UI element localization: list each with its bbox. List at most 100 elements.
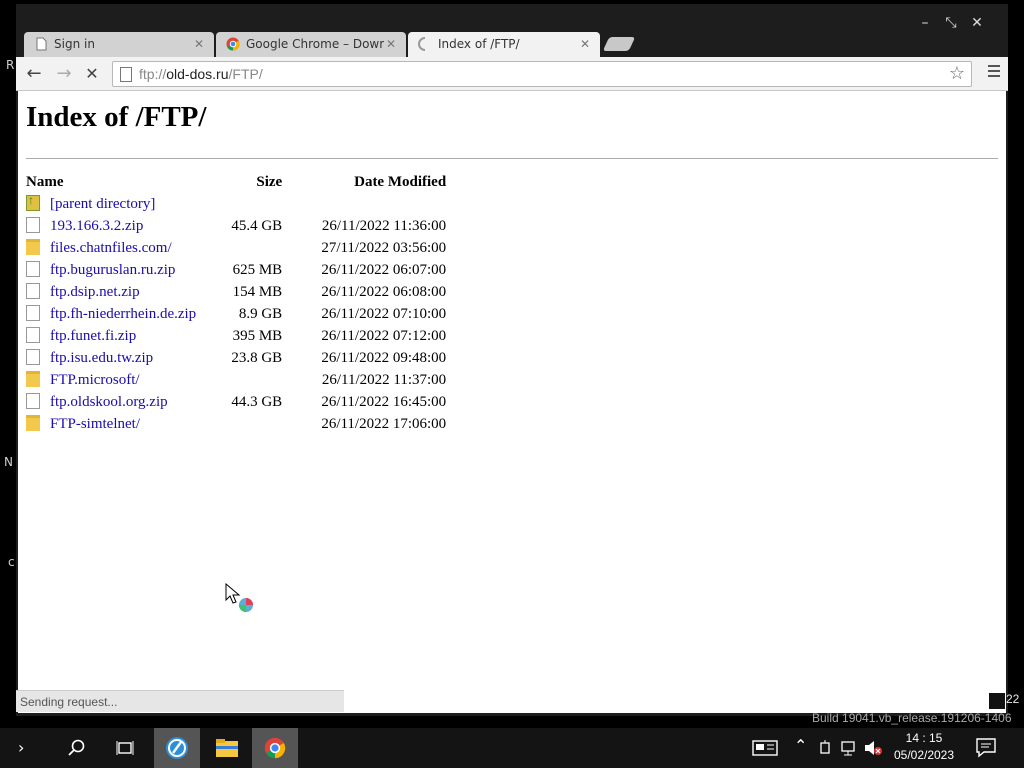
- tab-sign-in[interactable]: Sign in ✕: [24, 32, 214, 57]
- date-cell: 26/11/2022 07:12:00: [321, 327, 447, 344]
- table-row: [parent directory]: [26, 193, 446, 215]
- back-button[interactable]: ←: [22, 63, 46, 85]
- date-cell: 26/11/2022 06:08:00: [321, 283, 447, 300]
- tab-label: Index of /FTP/: [438, 37, 520, 51]
- parent-directory-icon: [26, 193, 40, 211]
- start-button[interactable]: ›: [0, 728, 46, 768]
- folder-icon: [26, 371, 40, 387]
- name-cell: [parent directory]: [26, 193, 196, 215]
- folder-icon: [26, 415, 40, 431]
- taskbar-clock[interactable]: 14 : 15 05/02/2023: [884, 730, 964, 764]
- name-cell: ftp.isu.edu.tw.zip: [26, 347, 196, 369]
- size-cell: [196, 369, 282, 391]
- chevron-up-icon[interactable]: ⌃: [794, 736, 807, 755]
- column-header-name[interactable]: Name: [26, 171, 196, 193]
- date-cell: 26/11/2022 09:48:00: [321, 349, 447, 366]
- file-icon: [26, 349, 40, 365]
- page-icon: [36, 37, 47, 51]
- tab-label: Sign in: [54, 37, 95, 51]
- name-cell: files.chatnfiles.com/: [26, 237, 196, 259]
- tab-index-of-ftp[interactable]: Index of /FTP/ ✕: [408, 32, 600, 57]
- taskbar-app-button[interactable]: [154, 728, 200, 768]
- chevron-right-icon: ›: [18, 738, 25, 757]
- desktop-icon-label: R: [6, 58, 15, 72]
- table-row: ftp.dsip.net.zip 154 MB 26/11/2022 06:08:0…: [26, 281, 446, 303]
- tab-google-chrome[interactable]: Google Chrome – Downl ✕: [216, 32, 406, 57]
- status-bubble: Sending request...: [16, 690, 344, 712]
- bookmark-star-icon[interactable]: ☆: [949, 63, 965, 84]
- entry-link[interactable]: ftp.dsip.net.zip: [50, 284, 140, 300]
- keyboard-icon[interactable]: [752, 740, 778, 756]
- tab-close-icon[interactable]: ✕: [194, 37, 204, 51]
- table-row: files.chatnfiles.com/27/11/2022 03:56:00: [26, 237, 446, 259]
- name-cell: ftp.funet.fi.zip: [26, 325, 196, 347]
- browser-toolbar: ← → ✕ ftp://old-dos.ru/FTP/ ☆: [16, 57, 1008, 91]
- windows-build-watermark: Build 19041.vb_release.191206-1406: [812, 711, 1012, 725]
- size-cell: 625 MB: [232, 261, 283, 278]
- stop-button[interactable]: ✕: [80, 63, 104, 85]
- search-button[interactable]: [54, 728, 100, 768]
- address-bar[interactable]: ftp://old-dos.ru/FTP/ ☆: [112, 61, 972, 87]
- entry-link[interactable]: ftp.oldskool.org.zip: [50, 394, 168, 410]
- task-view-icon: [116, 741, 134, 755]
- network-icon[interactable]: [840, 740, 858, 756]
- desktop-icon-label: c: [8, 555, 15, 569]
- desktop-corner-square: [989, 693, 1005, 709]
- table-row: FTP-simtelnet/26/11/2022 17:06:00: [26, 413, 446, 435]
- entry-link[interactable]: ftp.buguruslan.ru.zip: [50, 262, 175, 278]
- chrome-menu-icon[interactable]: [988, 65, 1000, 77]
- busy-cursor-icon: [225, 583, 253, 612]
- new-tab-button[interactable]: [602, 37, 636, 51]
- page-content: Index of /FTP/ Name Size Date Modified […: [18, 91, 1006, 713]
- size-cell: 44.3 GB: [231, 393, 283, 410]
- entry-link[interactable]: 193.166.3.2.zip: [50, 218, 143, 234]
- forward-button[interactable]: →: [52, 63, 76, 85]
- size-cell: 8.9 GB: [238, 305, 283, 322]
- folder-icon: [26, 239, 40, 255]
- volume-muted-icon[interactable]: [864, 740, 884, 756]
- file-icon: [26, 283, 40, 299]
- table-row: ftp.funet.fi.zip 395 MB 26/11/2022 07:12:0…: [26, 325, 446, 347]
- taskbar: › ⌃ 14 : 15 05/02/2023: [0, 728, 1024, 768]
- tab-close-icon[interactable]: ✕: [386, 37, 396, 51]
- entry-link[interactable]: ftp.funet.fi.zip: [50, 328, 136, 344]
- divider: [26, 158, 998, 159]
- table-row: FTP.microsoft/26/11/2022 11:37:00: [26, 369, 446, 391]
- page-info-icon[interactable]: [120, 67, 132, 82]
- name-cell: FTP-simtelnet/: [26, 413, 196, 435]
- close-window-button[interactable]: ✕: [964, 12, 990, 34]
- file-icon: [26, 217, 40, 233]
- entry-link[interactable]: FTP-simtelnet/: [50, 416, 140, 432]
- entry-link[interactable]: [parent directory]: [50, 196, 155, 212]
- date-cell: 26/11/2022 07:10:00: [321, 305, 447, 322]
- device-icon[interactable]: [818, 740, 832, 756]
- column-header-size[interactable]: Size: [196, 171, 282, 193]
- chrome-taskbar-button[interactable]: [252, 728, 298, 768]
- entry-link[interactable]: ftp.fh-niederrhein.de.zip: [50, 306, 196, 322]
- file-icon: [26, 393, 40, 409]
- notifications-icon[interactable]: [976, 738, 998, 758]
- entry-link[interactable]: ftp.isu.edu.tw.zip: [50, 350, 153, 366]
- size-cell: 154 MB: [232, 283, 283, 300]
- minimize-button[interactable]: –: [912, 12, 938, 34]
- table-row: ftp.oldskool.org.zip 44.3 GB 26/11/2022 16…: [26, 391, 446, 413]
- file-explorer-button[interactable]: [203, 728, 249, 768]
- tab-close-icon[interactable]: ✕: [580, 37, 590, 51]
- maximize-button[interactable]: ⤡: [938, 12, 964, 34]
- size-cell: [196, 193, 282, 215]
- date-cell: 27/11/2022 03:56:00: [321, 239, 447, 256]
- table-row: ftp.isu.edu.tw.zip 23.8 GB 26/11/2022 09:4…: [26, 347, 446, 369]
- size-cell: 23.8 GB: [231, 349, 283, 366]
- date-cell: 26/11/2022 11:36:00: [321, 217, 447, 234]
- name-cell: ftp.fh-niederrhein.de.zip: [26, 303, 196, 325]
- chrome-icon: [264, 737, 286, 759]
- size-cell: 45.4 GB: [231, 217, 283, 234]
- entry-link[interactable]: FTP.microsoft/: [50, 372, 140, 388]
- column-header-date[interactable]: Date Modified: [282, 171, 446, 193]
- task-view-button[interactable]: [102, 728, 148, 768]
- file-icon: [26, 327, 40, 343]
- name-cell: 193.166.3.2.zip: [26, 215, 196, 237]
- date-cell: 26/11/2022 11:37:00: [321, 371, 447, 388]
- entry-link[interactable]: files.chatnfiles.com/: [50, 240, 172, 256]
- date-cell: 26/11/2022 16:45:00: [321, 393, 447, 410]
